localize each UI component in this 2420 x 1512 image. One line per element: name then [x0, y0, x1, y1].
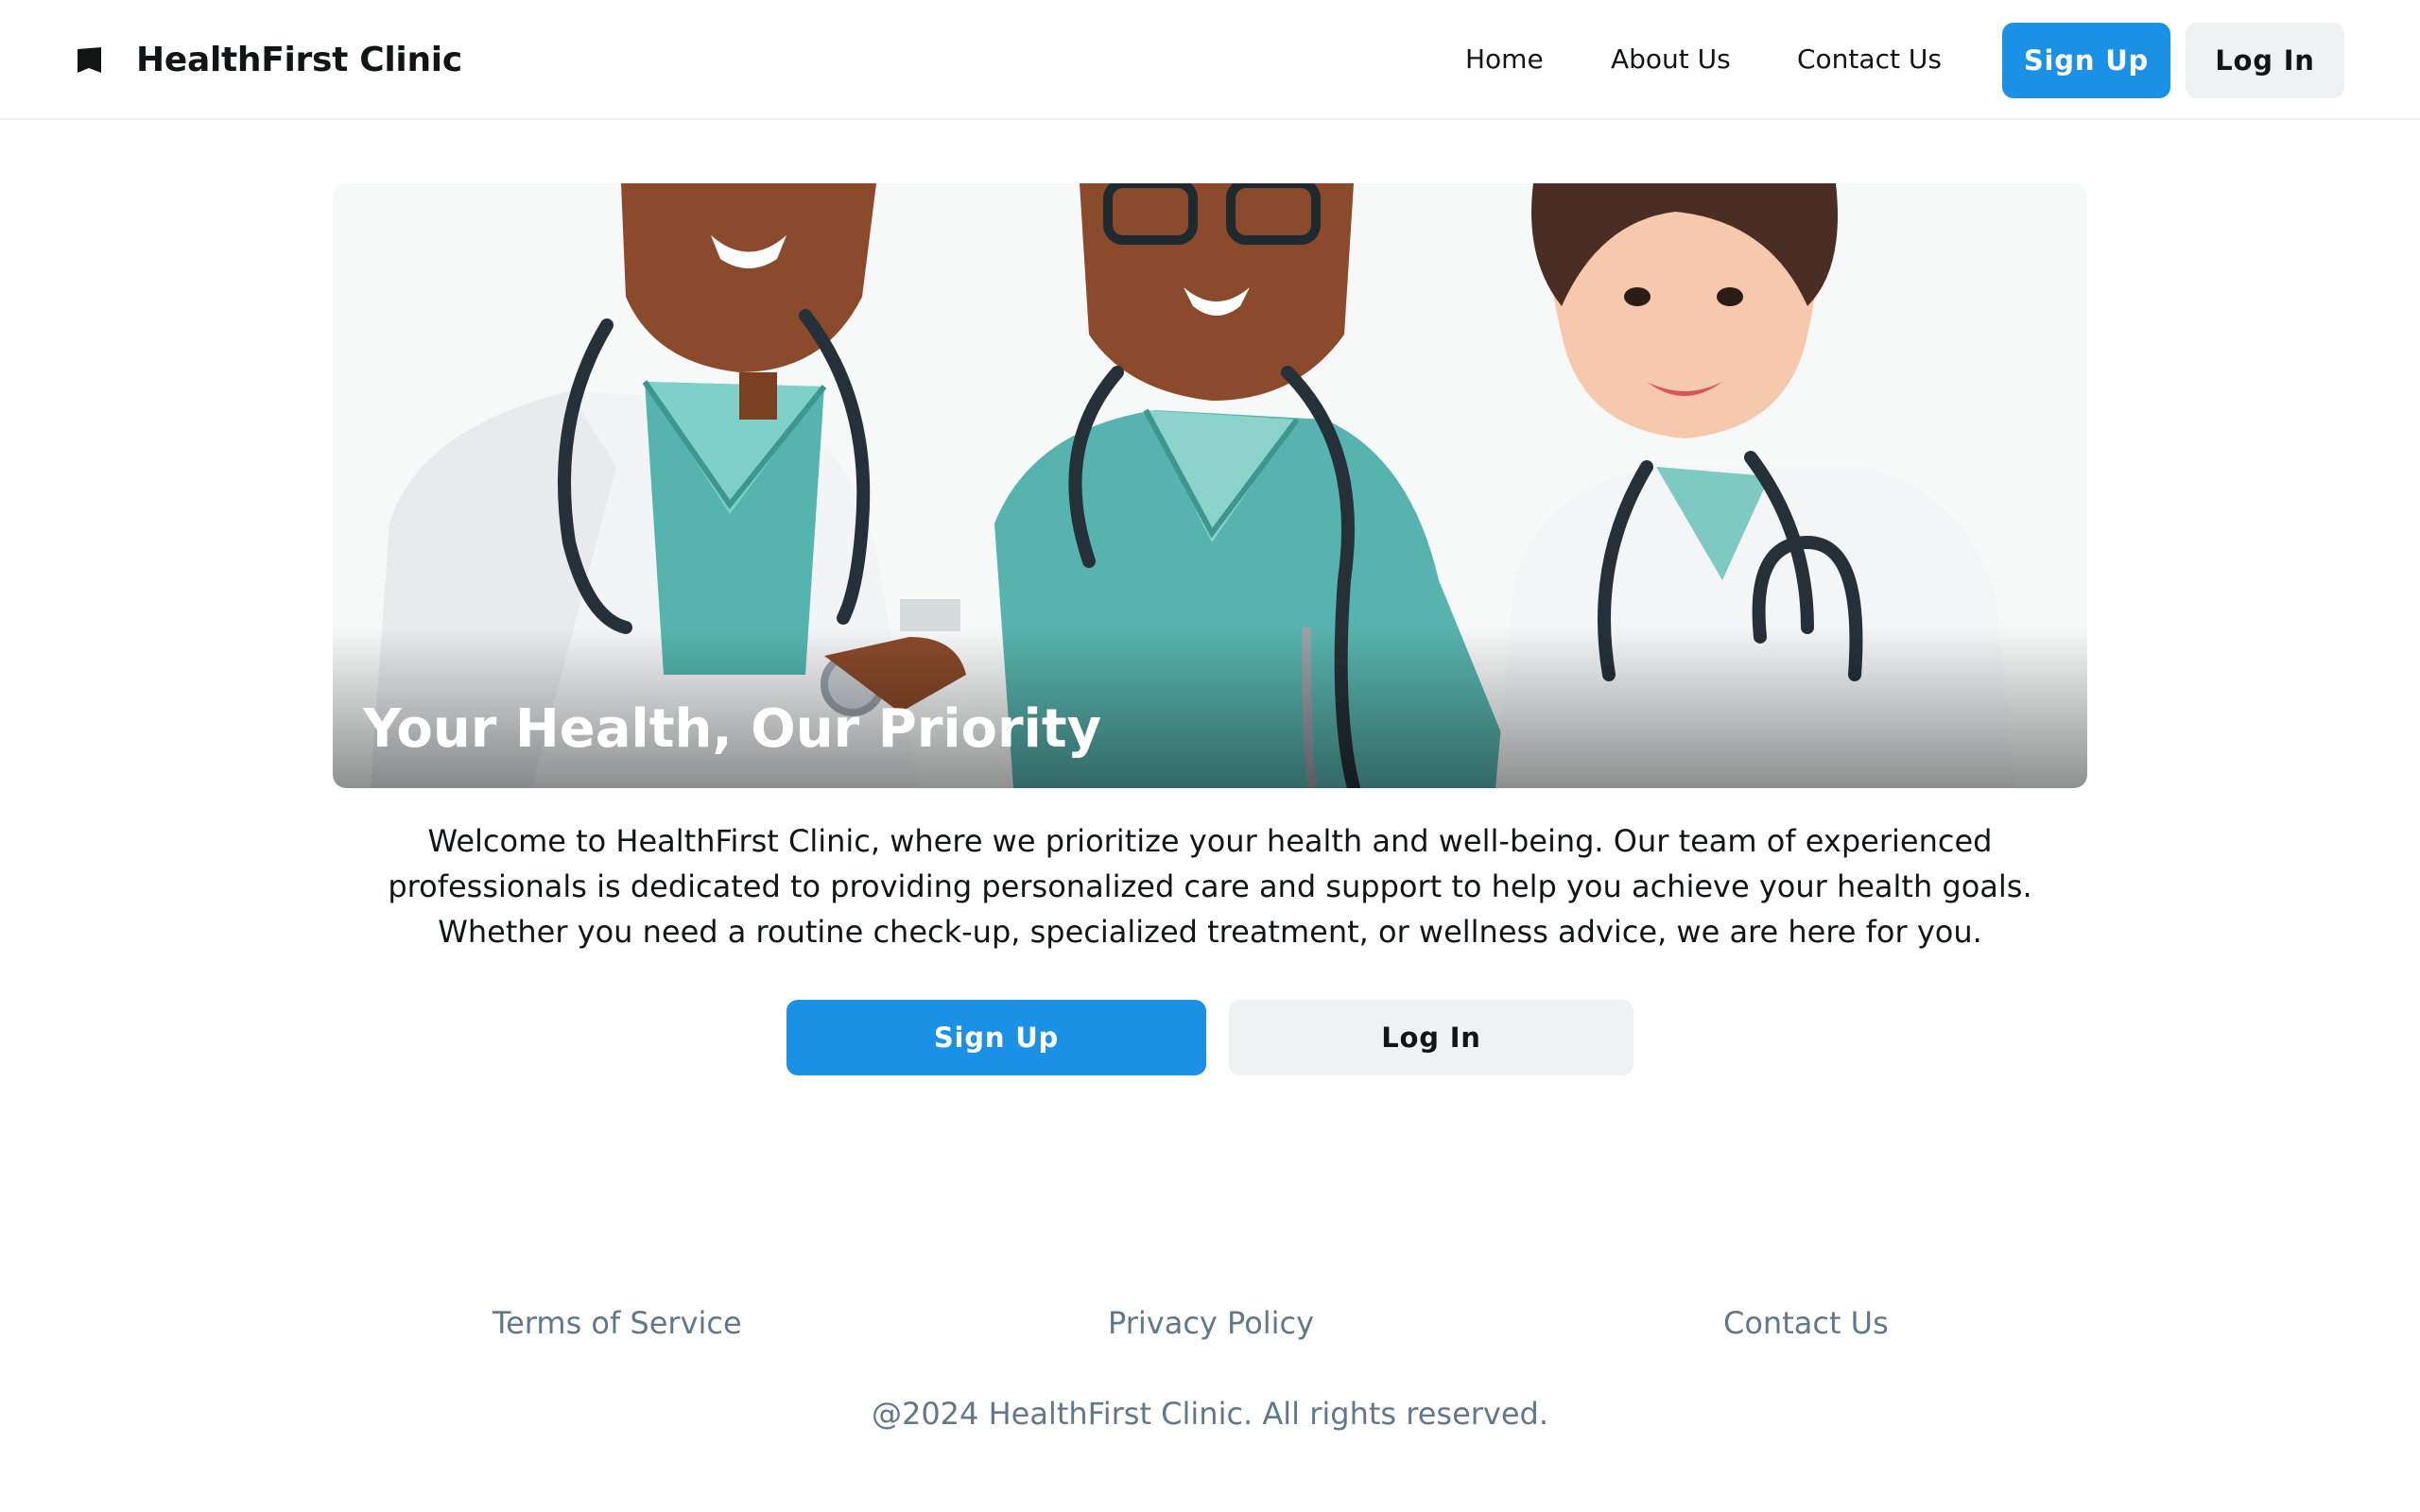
hero-banner: Your Health, Our Priority: [333, 183, 2087, 788]
intro-paragraph: Welcome to HealthFirst Clinic, where we …: [388, 823, 2032, 950]
footer-contact-link[interactable]: Contact Us: [1723, 1300, 1889, 1346]
top-header: HealthFirst Clinic Home About Us Contact…: [0, 0, 2420, 120]
signup-button[interactable]: Sign Up: [786, 1000, 1206, 1075]
nav-home-link[interactable]: Home: [1465, 36, 1544, 83]
footer-privacy-link[interactable]: Privacy Policy: [1108, 1300, 1314, 1346]
brand-name: HealthFirst Clinic: [136, 40, 462, 79]
copyright-text: @2024 HealthFirst Clinic. All rights res…: [871, 1396, 1549, 1432]
hero-title: Your Health, Our Priority: [363, 698, 1102, 760]
footer-terms-link[interactable]: Terms of Service: [493, 1300, 742, 1346]
header-signup-button[interactable]: Sign Up: [2002, 23, 2170, 98]
nav-contact-link[interactable]: Contact Us: [1797, 36, 1942, 83]
brand[interactable]: HealthFirst Clinic: [76, 36, 462, 83]
nav-about-link[interactable]: About Us: [1611, 36, 1731, 83]
login-button[interactable]: Log In: [1229, 1000, 1634, 1075]
header-login-button[interactable]: Log In: [2186, 23, 2344, 98]
square-logo-icon: [78, 46, 101, 73]
